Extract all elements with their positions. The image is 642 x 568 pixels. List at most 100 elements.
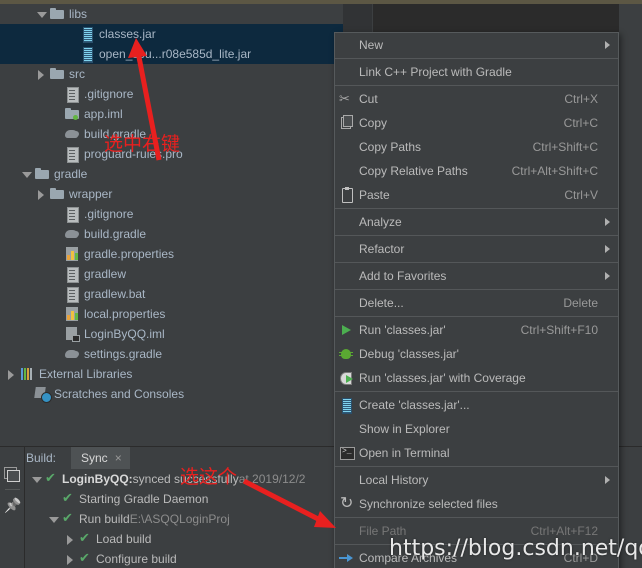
tab-sync[interactable]: Sync × [71,447,130,469]
file-icon [64,286,80,303]
menu-item-shortcut: Ctrl+V [564,188,598,202]
menu-item-spacer [335,421,359,437]
menu-separator [335,466,618,467]
tree-item[interactable]: libs [0,4,343,24]
menu-item[interactable]: Copy Ctrl+C [335,111,618,135]
chevron-right-icon[interactable] [64,533,77,546]
chevron-right-icon [598,214,612,230]
tree-item[interactable]: gradle.properties [0,244,343,264]
menu-item[interactable]: Add to Favorites [335,264,618,288]
menu-item[interactable]: Refactor [335,237,618,261]
chevron-right-icon[interactable] [36,189,47,200]
menu-item-shortcut: Ctrl+Shift+F10 [520,323,598,337]
menu-item[interactable]: Link C++ Project with Gradle [335,60,618,84]
menu-separator [335,208,618,209]
file-icon [64,146,80,163]
menu-item-label: Copy [359,116,388,130]
tree-item-label: open_sou...r08e585d_lite.jar [99,47,252,61]
chevron-right-icon[interactable] [36,69,47,80]
menu-item-label: Debug 'classes.jar' [359,347,459,361]
project-tree[interactable]: libs classes.jar open_sou...r08e585d_lite.… [0,4,343,445]
folder-icon [34,166,50,182]
menu-item[interactable]: New [335,33,618,57]
tree-item[interactable]: local.properties [0,304,343,324]
menu-item[interactable]: Cut Ctrl+X [335,87,618,111]
copy-icon [335,115,359,131]
menu-item[interactable]: Debug 'classes.jar' [335,342,618,366]
tree-item[interactable]: .gitignore [0,84,343,104]
menu-item[interactable]: Copy Relative Paths Ctrl+Alt+Shift+C [335,159,618,183]
menu-item-spacer [335,268,359,284]
menu-item[interactable]: Create 'classes.jar'... [335,393,618,417]
menu-item-label: Show in Explorer [359,422,450,436]
tree-item[interactable]: classes.jar [0,24,343,44]
chevron-right-icon[interactable] [6,369,17,380]
menu-item[interactable]: Show in Explorer [335,417,618,441]
sync-icon [335,493,359,515]
menu-separator [335,58,618,59]
pin-icon[interactable] [4,497,21,514]
menu-item-spacer [335,214,359,230]
chevron-right-icon [598,472,612,488]
menu-item[interactable]: Delete... Delete [335,291,618,315]
menu-item-spacer [335,295,359,311]
jar-icon [79,26,95,43]
chevron-right-icon[interactable] [64,553,77,566]
menu-item-label: Refactor [359,242,405,256]
menu-item[interactable]: Run 'classes.jar' Ctrl+Shift+F10 [335,318,618,342]
gradle-icon [64,126,80,142]
menu-separator [335,517,618,518]
file-icon [64,86,80,103]
folder-icon [49,66,65,82]
tree-item-label: src [69,67,85,81]
build-label: Build: [26,451,57,465]
tree-item-label: settings.gradle [84,347,163,361]
tree-item-label: gradle.properties [84,247,175,261]
window-icon[interactable] [4,465,21,482]
tree-item[interactable]: wrapper [0,184,343,204]
chevron-down-icon[interactable] [36,9,47,20]
context-menu[interactable]: New Link C++ Project with Gradle Cut Ctrl+X… [334,32,619,568]
menu-item-label: Add to Favorites [359,269,447,283]
tree-item[interactable]: src [0,64,343,84]
chevron-down-icon[interactable] [47,513,60,526]
folder-icon [49,186,65,202]
close-icon[interactable]: × [115,452,122,464]
chevron-right-icon [598,37,612,53]
build-side-toolbar[interactable] [0,447,25,568]
tree-item[interactable]: gradle [0,164,343,184]
module-folder-icon [64,106,80,122]
menu-item[interactable]: Open in Terminal [335,441,618,465]
tree-item[interactable]: External Libraries [0,364,343,384]
menu-item[interactable]: Paste Ctrl+V [335,183,618,207]
tree-item[interactable]: open_sou...r08e585d_lite.jar [0,44,343,64]
menu-item[interactable]: Local History [335,468,618,492]
tree-item[interactable]: LoginByQQ.iml [0,324,343,344]
tree-item[interactable]: app.iml [0,104,343,124]
menu-item-spacer [335,37,359,53]
menu-item-label: Create 'classes.jar'... [359,398,470,412]
build-row-detail: E:\ASQQLoginProj [129,512,230,526]
tree-item[interactable]: settings.gradle [0,344,343,364]
menu-item-spacer [335,139,359,155]
tree-item-label: gradlew.bat [84,287,146,301]
chevron-down-icon[interactable] [30,473,43,486]
tree-item[interactable]: Scratches and Consoles [0,384,343,404]
file-icon [64,206,80,223]
chevron-down-icon[interactable] [21,169,32,180]
watermark-url: https://blog.csdn.net/qq_17583689 [389,536,642,561]
menu-item[interactable]: Run 'classes.jar' with Coverage [335,366,618,390]
menu-item[interactable]: Copy Paths Ctrl+Shift+C [335,135,618,159]
menu-item-label: Local History [359,473,429,487]
menu-item[interactable]: Analyze [335,210,618,234]
jar-icon [79,46,95,63]
menu-item-label: Delete... [359,296,404,310]
tree-item[interactable]: gradlew [0,264,343,284]
tree-item[interactable]: .gitignore [0,204,343,224]
menu-item[interactable]: Synchronize selected files [335,492,618,516]
build-row-detail: at 2019/12/2 [238,472,306,486]
tree-item[interactable]: gradlew.bat [0,284,343,304]
tree-item-label: local.properties [84,307,166,321]
tree-item[interactable]: build.gradle [0,224,343,244]
tree-item-label: libs [69,7,88,21]
